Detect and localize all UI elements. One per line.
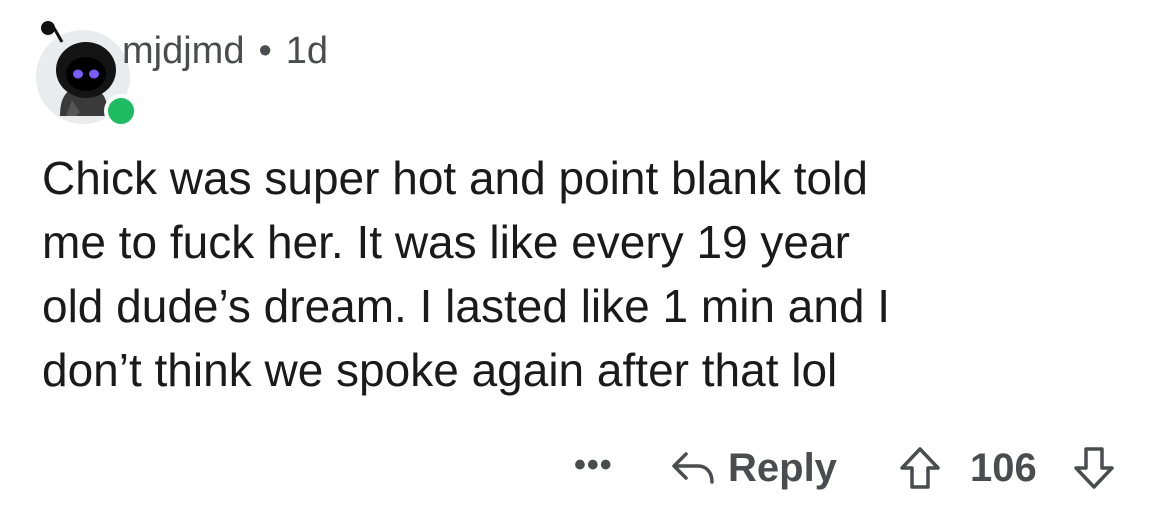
comment-age: 1d: [285, 30, 329, 72]
avatar[interactable]: [36, 20, 138, 128]
more-options-button[interactable]: •••: [574, 440, 613, 496]
comment-meta: mjdjmd • 1d: [122, 30, 328, 73]
comment-body-line: don’t think we spoke again after that lo…: [42, 344, 838, 396]
comment-actions: ••• Reply 106: [0, 440, 1170, 496]
vote-count: 106: [970, 446, 1037, 490]
downvote-button[interactable]: [1072, 440, 1116, 496]
downvote-arrow-icon: [1074, 447, 1114, 489]
upvote-button[interactable]: [898, 440, 942, 496]
comment: mjdjmd • 1d Chick was super hot and poin…: [0, 0, 1170, 526]
comment-body-line: Chick was super hot and point blank told: [42, 152, 868, 204]
comment-body: Chick was super hot and point blank told…: [42, 146, 1142, 402]
reply-arrow-icon: [672, 452, 714, 484]
reply-button[interactable]: Reply: [670, 440, 837, 496]
meta-separator: •: [258, 30, 272, 72]
author-username[interactable]: mjdjmd: [122, 30, 244, 73]
comment-body-line: old dude’s dream. I lasted like 1 min an…: [42, 280, 891, 332]
online-status-indicator: [104, 94, 138, 128]
upvote-arrow-icon: [900, 447, 940, 489]
comment-body-line: me to fuck her. It was like every 19 yea…: [42, 216, 850, 268]
comment-header: [36, 14, 138, 128]
reply-label: Reply: [728, 445, 837, 490]
